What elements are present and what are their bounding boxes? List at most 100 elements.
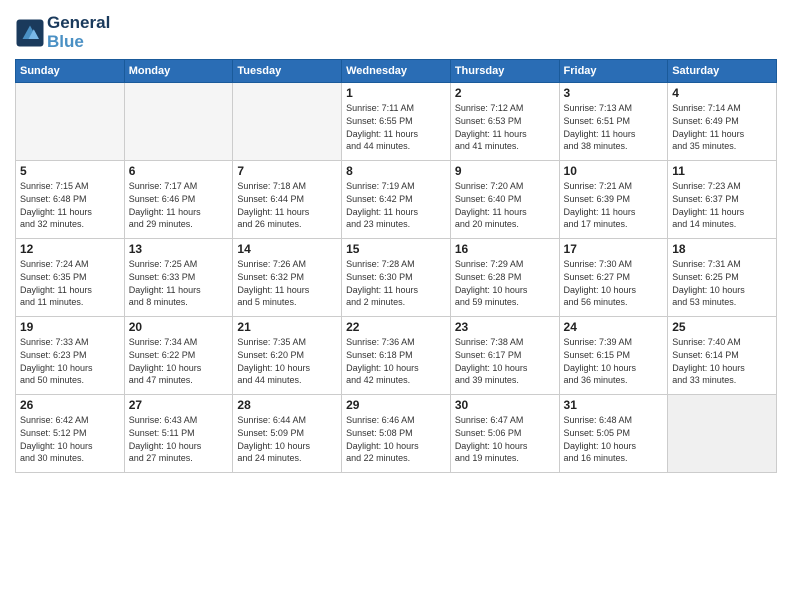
calendar-cell: 9 Sunrise: 7:20 AM Sunset: 6:40 PM Daylig…	[450, 161, 559, 239]
day-info: Sunrise: 6:46 AM Sunset: 5:08 PM Dayligh…	[346, 414, 446, 464]
day-number: 18	[672, 242, 772, 256]
day-number: 21	[237, 320, 337, 334]
calendar-cell: 20 Sunrise: 7:34 AM Sunset: 6:22 PM Dayli…	[124, 317, 233, 395]
day-number: 20	[129, 320, 229, 334]
calendar-cell: 29 Sunrise: 6:46 AM Sunset: 5:08 PM Dayli…	[342, 395, 451, 473]
day-number: 27	[129, 398, 229, 412]
day-info: Sunrise: 7:11 AM Sunset: 6:55 PM Dayligh…	[346, 102, 446, 152]
calendar-cell	[233, 83, 342, 161]
calendar-cell: 13 Sunrise: 7:25 AM Sunset: 6:33 PM Dayli…	[124, 239, 233, 317]
calendar-cell: 4 Sunrise: 7:14 AM Sunset: 6:49 PM Daylig…	[668, 83, 777, 161]
calendar-cell: 5Sunrise: 7:15 AM Sunset: 6:48 PM Daylig…	[16, 161, 125, 239]
day-number: 5	[20, 164, 120, 178]
day-number: 4	[672, 86, 772, 100]
day-header-saturday: Saturday	[668, 60, 777, 83]
calendar-cell: 10 Sunrise: 7:21 AM Sunset: 6:39 PM Dayli…	[559, 161, 668, 239]
day-info: Sunrise: 7:35 AM Sunset: 6:20 PM Dayligh…	[237, 336, 337, 386]
day-number: 30	[455, 398, 555, 412]
day-info: Sunrise: 7:23 AM Sunset: 6:37 PM Dayligh…	[672, 180, 772, 230]
day-number: 8	[346, 164, 446, 178]
calendar-cell: 18 Sunrise: 7:31 AM Sunset: 6:25 PM Dayli…	[668, 239, 777, 317]
day-info: Sunrise: 7:28 AM Sunset: 6:30 PM Dayligh…	[346, 258, 446, 308]
calendar-page: General Blue SundayMondayTuesdayWednesda…	[0, 0, 792, 612]
day-header-friday: Friday	[559, 60, 668, 83]
week-row-4: 19 Sunrise: 7:33 AM Sunset: 6:23 PM Dayli…	[16, 317, 777, 395]
day-header-wednesday: Wednesday	[342, 60, 451, 83]
logo: General Blue	[15, 14, 110, 51]
day-number: 29	[346, 398, 446, 412]
day-number: 16	[455, 242, 555, 256]
day-info: Sunrise: 7:40 AM Sunset: 6:14 PM Dayligh…	[672, 336, 772, 386]
day-info: Sunrise: 7:21 AM Sunset: 6:39 PM Dayligh…	[564, 180, 664, 230]
day-info: Sunrise: 7:18 AM Sunset: 6:44 PM Dayligh…	[237, 180, 337, 230]
week-row-5: 26 Sunrise: 6:42 AM Sunset: 5:12 PM Dayli…	[16, 395, 777, 473]
day-info: Sunrise: 7:20 AM Sunset: 6:40 PM Dayligh…	[455, 180, 555, 230]
week-row-3: 12 Sunrise: 7:24 AM Sunset: 6:35 PM Dayli…	[16, 239, 777, 317]
day-info: Sunrise: 7:24 AM Sunset: 6:35 PM Dayligh…	[20, 258, 120, 308]
day-number: 13	[129, 242, 229, 256]
day-number: 26	[20, 398, 120, 412]
day-number: 19	[20, 320, 120, 334]
calendar-header-row: SundayMondayTuesdayWednesdayThursdayFrid…	[16, 60, 777, 83]
day-number: 11	[672, 164, 772, 178]
day-number: 31	[564, 398, 664, 412]
day-number: 25	[672, 320, 772, 334]
day-info: Sunrise: 7:25 AM Sunset: 6:33 PM Dayligh…	[129, 258, 229, 308]
day-number: 22	[346, 320, 446, 334]
calendar-cell: 16 Sunrise: 7:29 AM Sunset: 6:28 PM Dayli…	[450, 239, 559, 317]
day-info: Sunrise: 7:30 AM Sunset: 6:27 PM Dayligh…	[564, 258, 664, 308]
day-number: 24	[564, 320, 664, 334]
calendar-cell: 25 Sunrise: 7:40 AM Sunset: 6:14 PM Dayli…	[668, 317, 777, 395]
day-info: Sunrise: 6:44 AM Sunset: 5:09 PM Dayligh…	[237, 414, 337, 464]
calendar-cell: 19 Sunrise: 7:33 AM Sunset: 6:23 PM Dayli…	[16, 317, 125, 395]
calendar-table: SundayMondayTuesdayWednesdayThursdayFrid…	[15, 59, 777, 473]
calendar-cell: 11 Sunrise: 7:23 AM Sunset: 6:37 PM Dayli…	[668, 161, 777, 239]
day-header-thursday: Thursday	[450, 60, 559, 83]
calendar-cell: 24 Sunrise: 7:39 AM Sunset: 6:15 PM Dayli…	[559, 317, 668, 395]
day-info: Sunrise: 7:29 AM Sunset: 6:28 PM Dayligh…	[455, 258, 555, 308]
calendar-cell: 21 Sunrise: 7:35 AM Sunset: 6:20 PM Dayli…	[233, 317, 342, 395]
day-number: 15	[346, 242, 446, 256]
calendar-cell: 28 Sunrise: 6:44 AM Sunset: 5:09 PM Dayli…	[233, 395, 342, 473]
day-number: 23	[455, 320, 555, 334]
day-info: Sunrise: 7:39 AM Sunset: 6:15 PM Dayligh…	[564, 336, 664, 386]
day-info: Sunrise: 6:43 AM Sunset: 5:11 PM Dayligh…	[129, 414, 229, 464]
day-header-tuesday: Tuesday	[233, 60, 342, 83]
day-info: Sunrise: 7:34 AM Sunset: 6:22 PM Dayligh…	[129, 336, 229, 386]
calendar-cell: 15 Sunrise: 7:28 AM Sunset: 6:30 PM Dayli…	[342, 239, 451, 317]
day-number: 9	[455, 164, 555, 178]
calendar-cell: 7 Sunrise: 7:18 AM Sunset: 6:44 PM Daylig…	[233, 161, 342, 239]
day-number: 7	[237, 164, 337, 178]
calendar-cell: 8Sunrise: 7:19 AM Sunset: 6:42 PM Daylig…	[342, 161, 451, 239]
calendar-cell: 31 Sunrise: 6:48 AM Sunset: 5:05 PM Dayli…	[559, 395, 668, 473]
day-number: 12	[20, 242, 120, 256]
calendar-cell: 14Sunrise: 7:26 AM Sunset: 6:32 PM Dayli…	[233, 239, 342, 317]
calendar-cell: 17 Sunrise: 7:30 AM Sunset: 6:27 PM Dayli…	[559, 239, 668, 317]
day-info: Sunrise: 6:42 AM Sunset: 5:12 PM Dayligh…	[20, 414, 120, 464]
day-info: Sunrise: 7:14 AM Sunset: 6:49 PM Dayligh…	[672, 102, 772, 152]
calendar-cell	[124, 83, 233, 161]
day-info: Sunrise: 7:33 AM Sunset: 6:23 PM Dayligh…	[20, 336, 120, 386]
day-info: Sunrise: 7:13 AM Sunset: 6:51 PM Dayligh…	[564, 102, 664, 152]
calendar-cell	[668, 395, 777, 473]
day-info: Sunrise: 7:12 AM Sunset: 6:53 PM Dayligh…	[455, 102, 555, 152]
day-info: Sunrise: 7:17 AM Sunset: 6:46 PM Dayligh…	[129, 180, 229, 230]
day-number: 1	[346, 86, 446, 100]
calendar-cell: 22Sunrise: 7:36 AM Sunset: 6:18 PM Dayli…	[342, 317, 451, 395]
logo-text: General Blue	[47, 14, 110, 51]
week-row-2: 5Sunrise: 7:15 AM Sunset: 6:48 PM Daylig…	[16, 161, 777, 239]
day-info: Sunrise: 7:31 AM Sunset: 6:25 PM Dayligh…	[672, 258, 772, 308]
calendar-cell: 30 Sunrise: 6:47 AM Sunset: 5:06 PM Dayli…	[450, 395, 559, 473]
day-number: 17	[564, 242, 664, 256]
calendar-cell: 26 Sunrise: 6:42 AM Sunset: 5:12 PM Dayli…	[16, 395, 125, 473]
day-number: 10	[564, 164, 664, 178]
day-info: Sunrise: 6:48 AM Sunset: 5:05 PM Dayligh…	[564, 414, 664, 464]
day-number: 28	[237, 398, 337, 412]
day-header-sunday: Sunday	[16, 60, 125, 83]
day-number: 6	[129, 164, 229, 178]
calendar-cell: 3Sunrise: 7:13 AM Sunset: 6:51 PM Daylig…	[559, 83, 668, 161]
day-info: Sunrise: 6:47 AM Sunset: 5:06 PM Dayligh…	[455, 414, 555, 464]
calendar-cell: 1 Sunrise: 7:11 AM Sunset: 6:55 PM Daylig…	[342, 83, 451, 161]
week-row-1: 1 Sunrise: 7:11 AM Sunset: 6:55 PM Daylig…	[16, 83, 777, 161]
day-header-monday: Monday	[124, 60, 233, 83]
